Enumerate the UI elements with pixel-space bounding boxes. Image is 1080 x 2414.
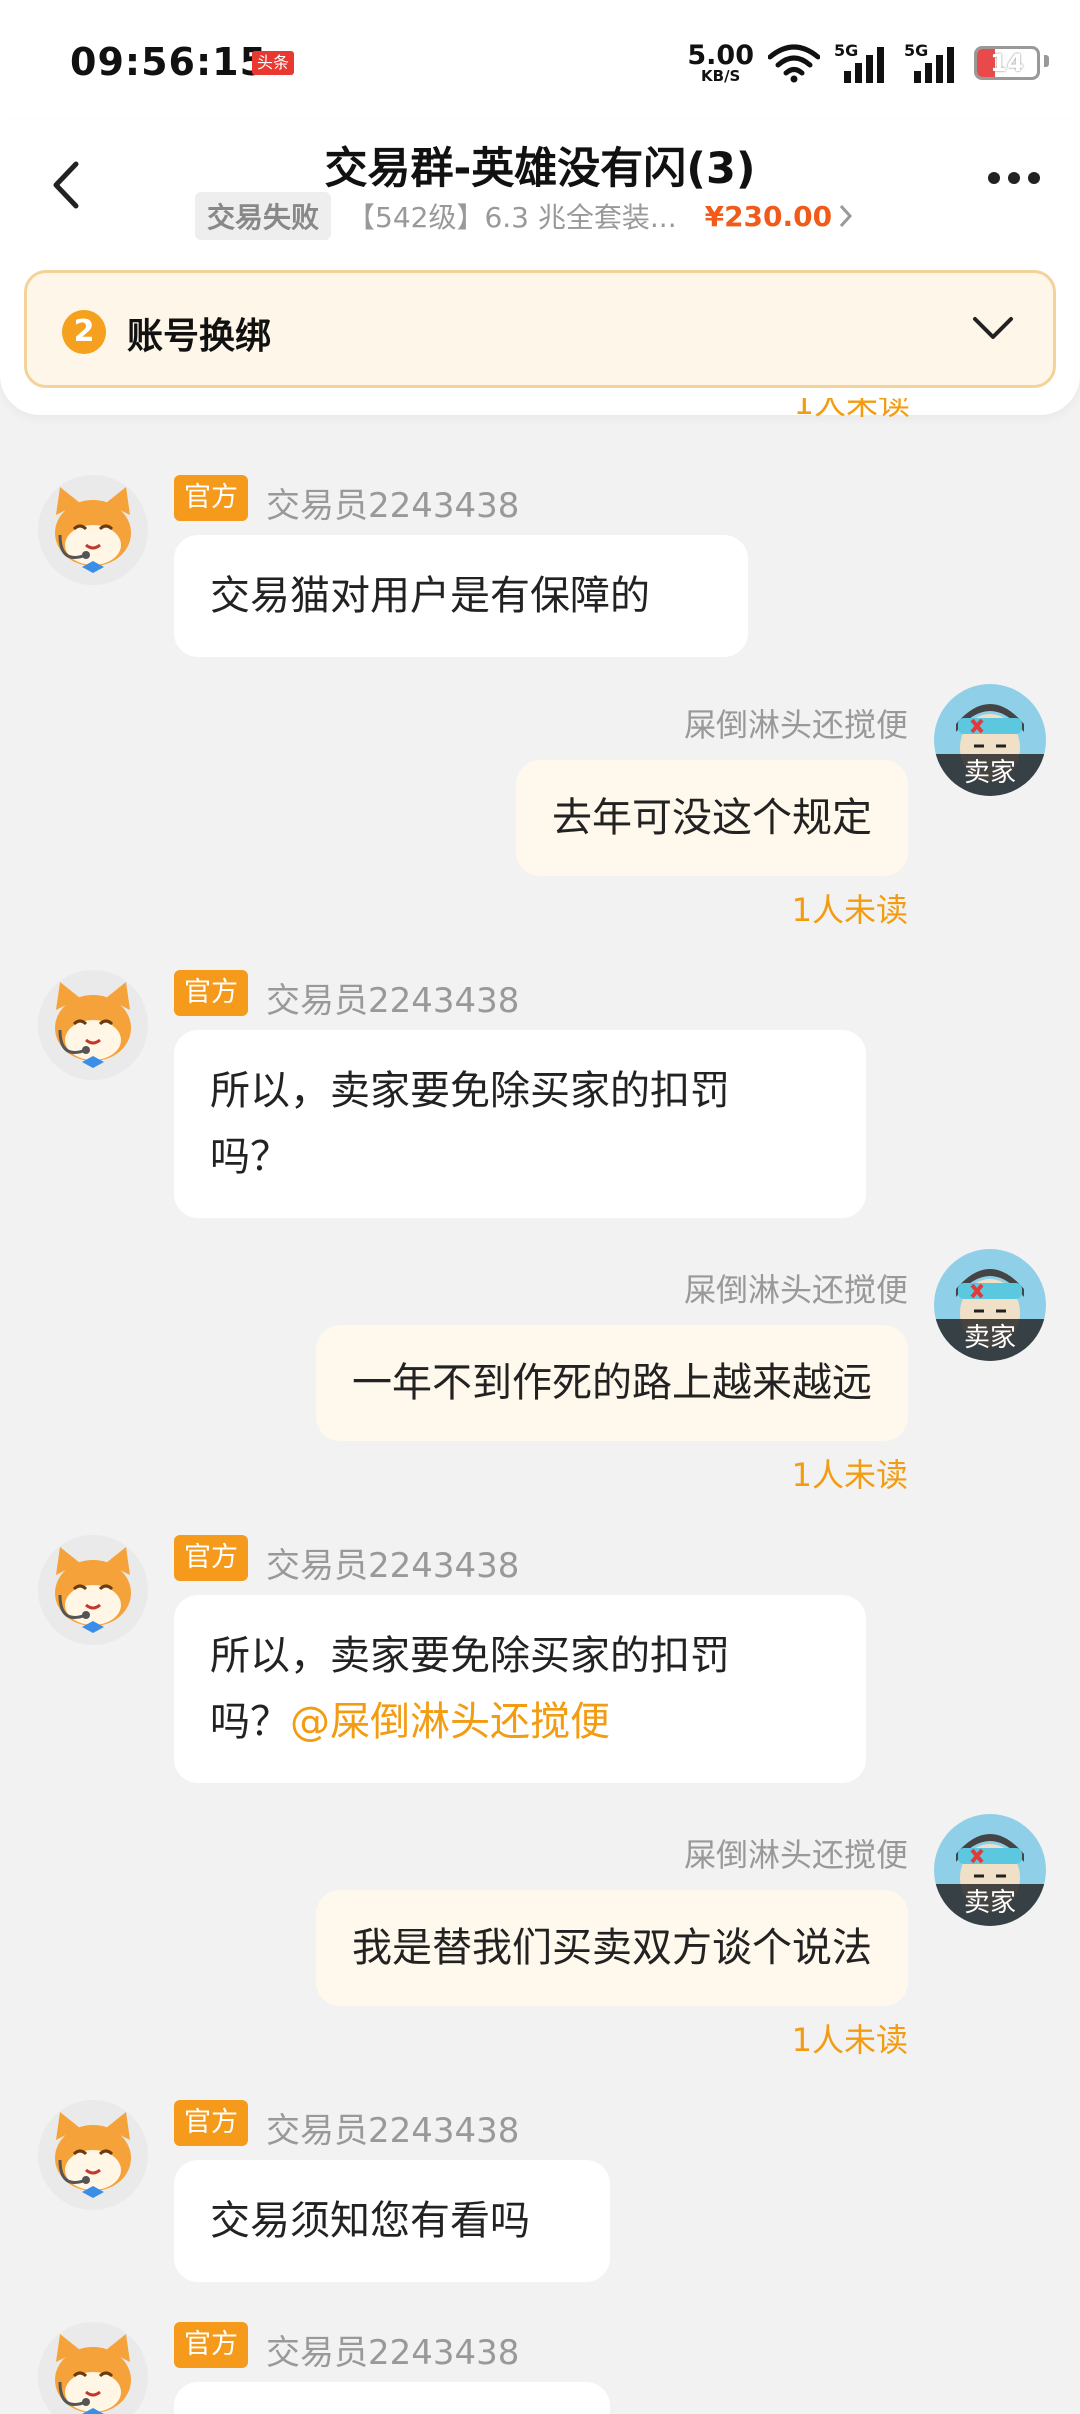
seller-avatar[interactable]: 卖家	[934, 1814, 1046, 1926]
status-bar: 09:56:15 头条 5.00 KB/S 5G 5G 14	[0, 0, 1080, 120]
sender-name: 交易员2243438	[266, 2333, 520, 2373]
official-badge: 官方	[174, 2322, 248, 2368]
battery-icon: 14	[974, 46, 1049, 80]
seller-avatar[interactable]: 卖家	[934, 1249, 1046, 1361]
seller-avatar[interactable]: 卖家	[934, 684, 1046, 796]
message-bubble[interactable]: 一年不到作死的路上越来越远	[316, 1325, 908, 1441]
read-status[interactable]: 1人未读	[792, 2015, 908, 2061]
official-badge: 官方	[174, 2100, 248, 2146]
sender-name: 交易员2243438	[266, 1546, 520, 1586]
sender-name: 屎倒淋头还搅便	[683, 1836, 908, 1874]
message-left: 官方 交易员2243438	[0, 2322, 1080, 2414]
order-price: ¥230.00	[704, 199, 833, 233]
sender-name: 交易员2243438	[266, 981, 520, 1021]
message-line: 吗？	[210, 1134, 290, 1180]
more-options-icon[interactable]	[988, 172, 1040, 184]
message-bubble[interactable]: 交易猫对用户是有保障的	[174, 535, 748, 657]
message-bubble[interactable]	[174, 2382, 610, 2414]
chevron-right-icon	[840, 204, 853, 228]
message-bubble[interactable]: 我是替我们买卖双方谈个说法	[316, 1890, 908, 2006]
notice-text: 账号换绑	[127, 316, 272, 357]
read-status[interactable]: 1人未读	[792, 1450, 908, 1496]
official-badge: 官方	[174, 475, 248, 521]
message-bubble[interactable]: 交易须知您有看吗	[174, 2160, 610, 2282]
agent-avatar[interactable]	[38, 970, 148, 1080]
account-rebind-notice[interactable]: 2 账号换绑	[24, 270, 1056, 388]
seller-role-label: 卖家	[934, 754, 1046, 796]
agent-avatar[interactable]	[38, 2322, 148, 2414]
mention-link[interactable]: @屎倒淋头还搅便	[290, 1699, 610, 1745]
official-badge: 官方	[174, 970, 248, 1016]
sender-name: 交易员2243438	[266, 2111, 520, 2151]
agent-avatar[interactable]	[38, 1535, 148, 1645]
official-badge: 官方	[174, 1535, 248, 1581]
battery-level: 14	[990, 49, 1024, 77]
message-bubble[interactable]: 所以，卖家要免除买家的扣罚 吗？@屎倒淋头还搅便	[174, 1595, 866, 1783]
net-speed: 5.00 KB/S	[687, 42, 754, 84]
net-speed-unit: KB/S	[701, 67, 741, 85]
sender-name: 屎倒淋头还搅便	[683, 706, 908, 744]
message-line: 吗？@屎倒淋头还搅便	[210, 1699, 610, 1745]
chat-title: 交易群-英雄没有闪(3)	[324, 144, 756, 194]
seller-role-label: 卖家	[934, 1884, 1046, 1926]
agent-avatar[interactable]	[38, 475, 148, 585]
signal-5g-icon: 5G	[834, 41, 890, 85]
seller-role-label: 卖家	[934, 1319, 1046, 1361]
sender-name: 交易员2243438	[266, 486, 520, 526]
read-status[interactable]: 1人未读	[792, 885, 908, 931]
signal-5g-icon: 5G	[904, 41, 960, 85]
agent-avatar[interactable]	[38, 2100, 148, 2210]
toutiao-badge: 头条	[252, 51, 295, 75]
message-bubble[interactable]: 去年可没这个规定	[516, 760, 908, 876]
sender-name: 屎倒淋头还搅便	[683, 1271, 908, 1309]
order-description: 【542级】6.3 兆全套装...	[347, 201, 677, 234]
order-summary[interactable]: 交易失败 【542级】6.3 兆全套装... ¥230.00	[195, 192, 854, 240]
message-line: 所以，卖家要免除买家的扣罚	[210, 1068, 730, 1114]
status-time: 09:56:15	[70, 40, 268, 84]
wifi-icon	[768, 44, 820, 83]
read-status-partial: 1人未读	[793, 398, 910, 420]
status-icons: 5.00 KB/S 5G 5G 14	[687, 38, 1049, 88]
message-bubble[interactable]: 所以，卖家要免除买家的扣罚 吗？	[174, 1030, 866, 1218]
chat-header: 交易群-英雄没有闪(3) 交易失败 【542级】6.3 兆全套装... ¥230…	[0, 120, 1080, 415]
message-line: 所以，卖家要免除买家的扣罚	[210, 1633, 730, 1679]
chevron-down-icon[interactable]	[971, 313, 1015, 343]
notice-step-number: 2	[62, 310, 106, 354]
net-speed-value: 5.00	[687, 40, 754, 71]
order-status-tag: 交易失败	[195, 192, 332, 240]
